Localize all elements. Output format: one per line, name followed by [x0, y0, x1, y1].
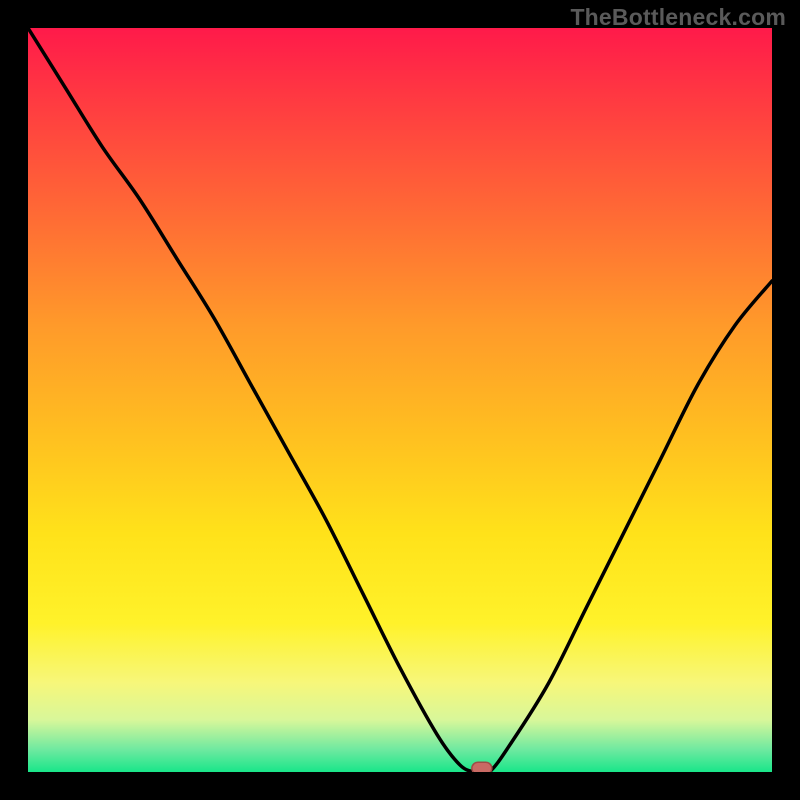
chart-container: TheBottleneck.com [0, 0, 800, 800]
optimal-point-marker [472, 762, 492, 772]
watermark-text: TheBottleneck.com [570, 4, 786, 31]
bottleneck-chart [28, 28, 772, 772]
chart-svg [28, 28, 772, 772]
gradient-background [28, 28, 772, 772]
